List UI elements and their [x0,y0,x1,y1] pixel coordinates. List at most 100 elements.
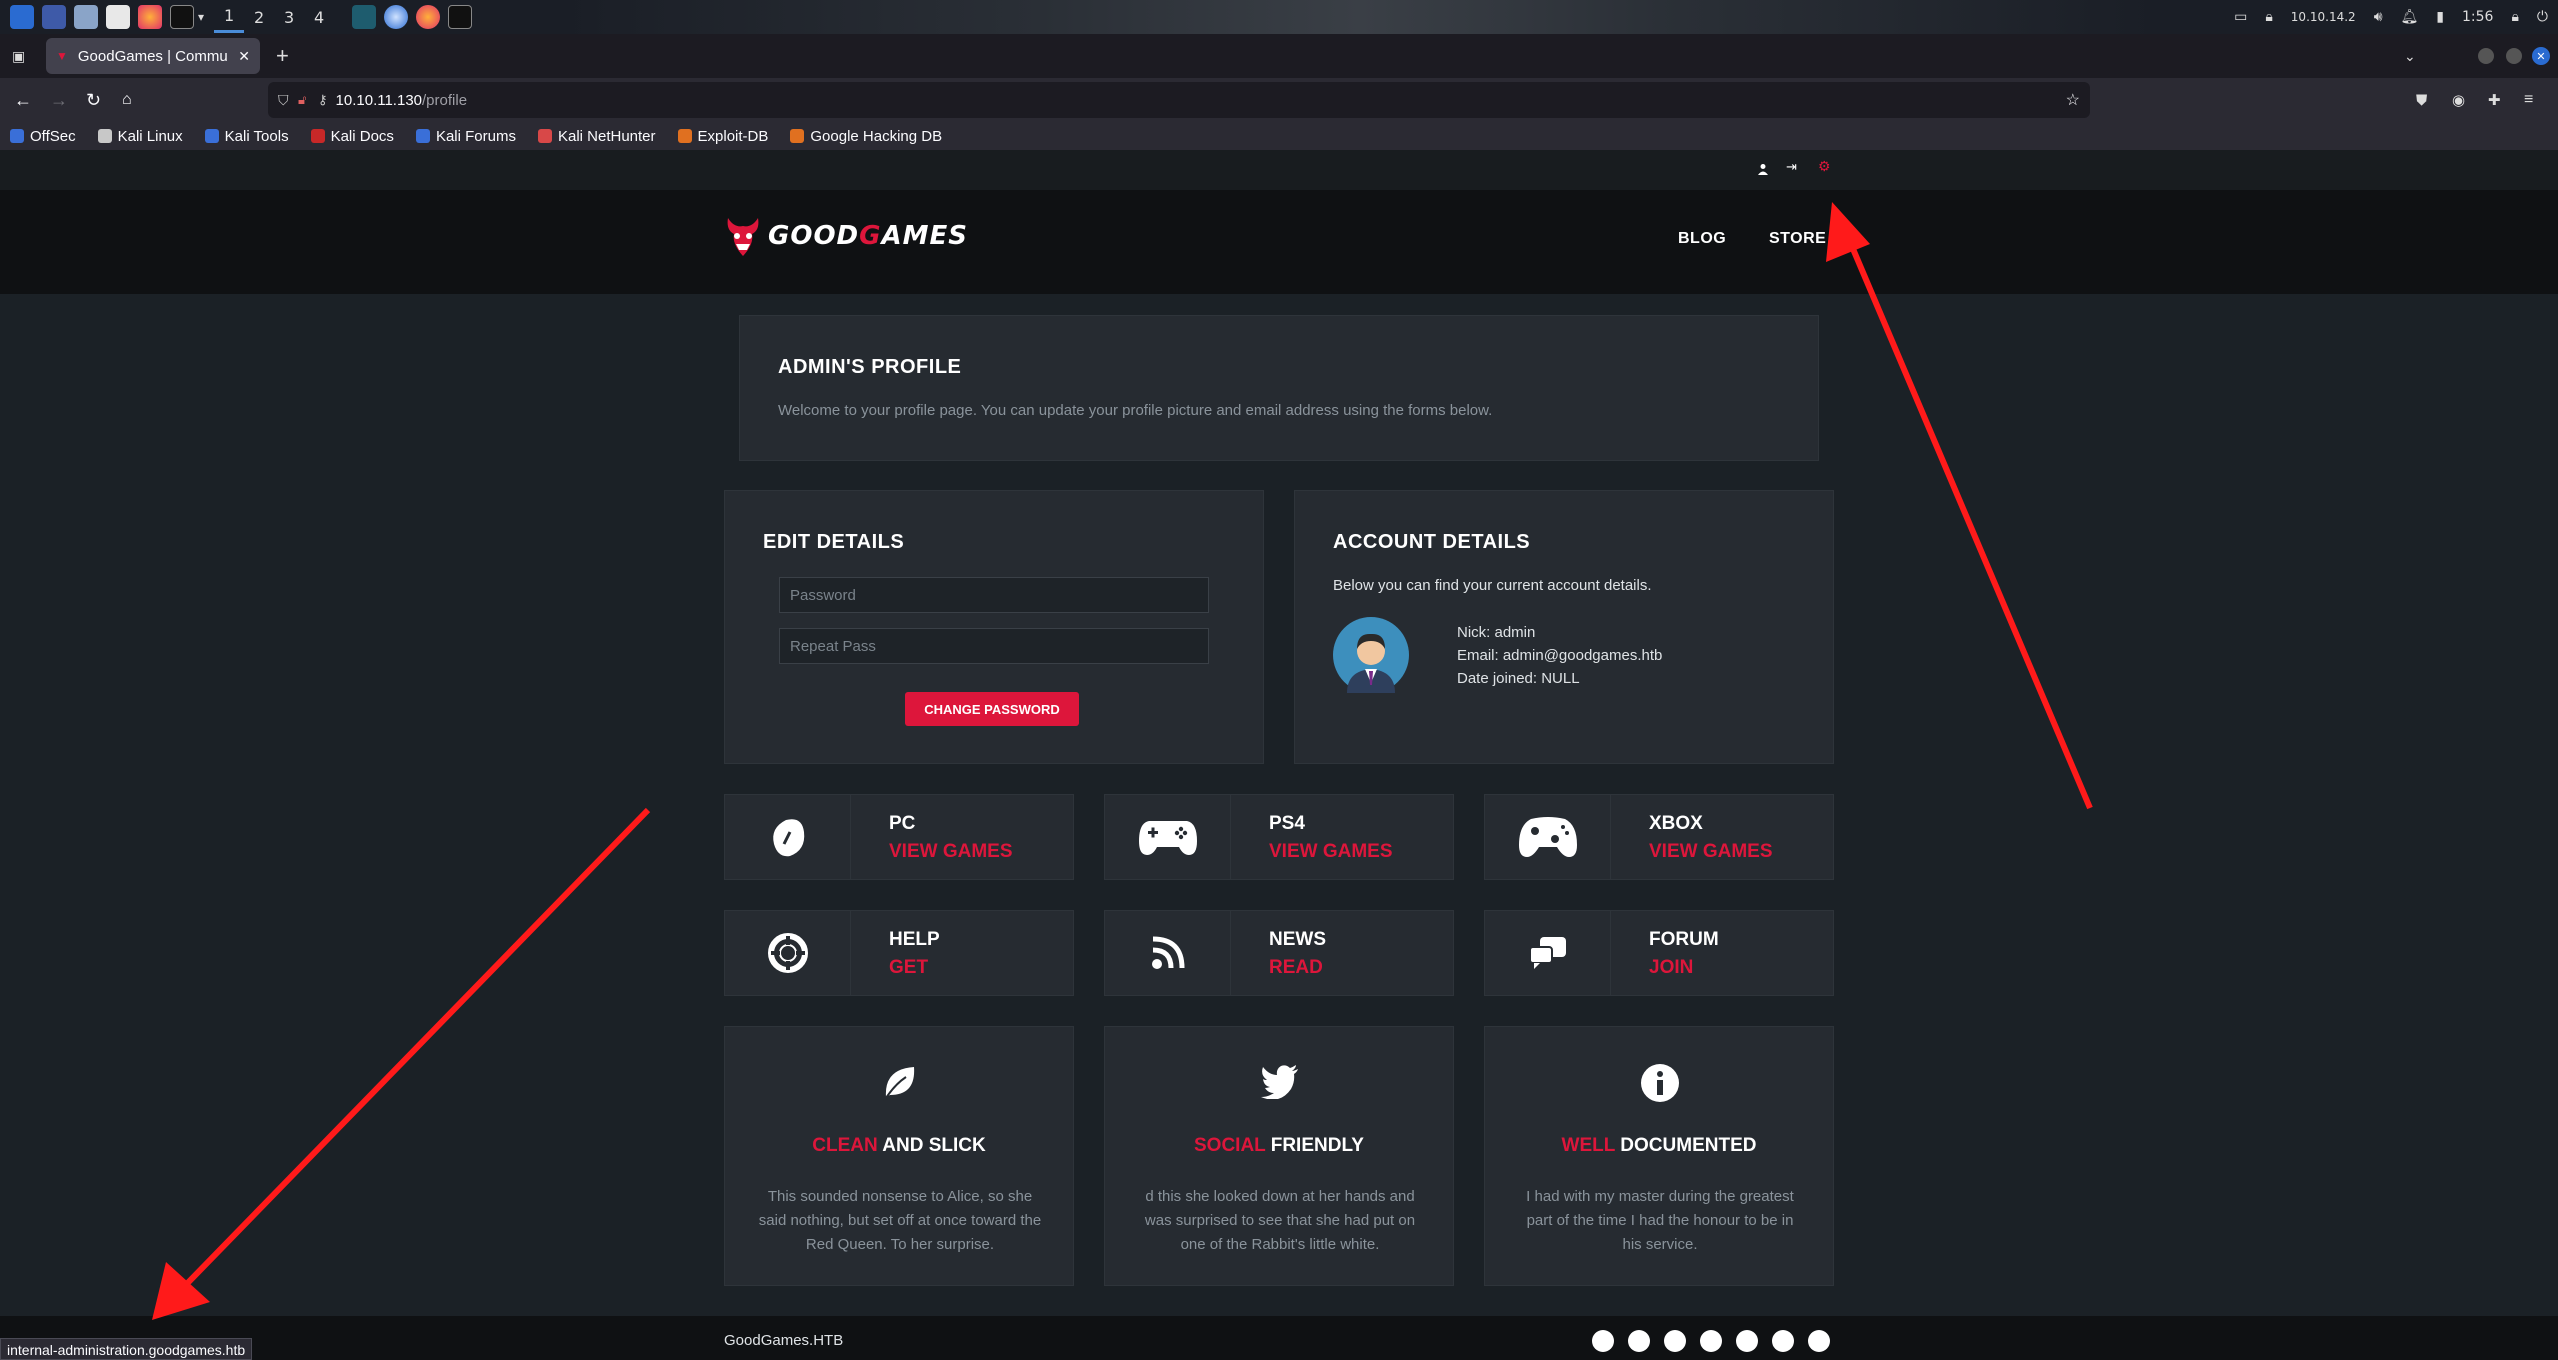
chromium-icon[interactable] [384,5,409,29]
gamepad-icon [1138,821,1197,855]
profile-header-panel: ADMIN'S PROFILE Welcome to your profile … [739,315,1819,461]
bookmark-kali-forums[interactable]: Kali Forums [415,128,516,145]
steam-social-icon[interactable] [1664,1330,1686,1352]
burp-icon[interactable] [352,5,377,29]
back-arrow-icon[interactable]: ← [14,90,32,111]
lock-screen-icon[interactable]: 🔒︎ [2511,9,2518,25]
bookmark-label: Google Hacking DB [810,127,943,145]
shield-icon[interactable]: ⛉ [278,92,289,109]
settings-gear-icon[interactable]: ⚙ [1818,158,1831,175]
kali-docs-icon [310,129,325,143]
card-link[interactable]: GET [889,957,928,979]
goodgames-logo[interactable]: GOODGAMES [724,214,968,258]
pocket-icon[interactable]: ⛊ [2416,92,2427,109]
firefox-view-icon[interactable]: ▣ [12,48,25,65]
extensions-icon[interactable]: ✚ [2488,91,2501,109]
bookmark-kali-nethunter[interactable]: Kali NetHunter [537,128,656,145]
repeat-password-input[interactable] [779,628,1209,664]
url-bar[interactable]: ⛉ 🔓︎ ⚷ 10.10.11.130/profile ☆ [268,82,2090,118]
file-manager-icon[interactable] [74,5,98,29]
twitch-social-icon[interactable] [1628,1330,1650,1352]
workspace-1[interactable]: 1 [214,1,245,33]
facebook-social-icon[interactable] [1700,1330,1722,1352]
notification-bell-icon[interactable]: 🔔︎ [2401,9,2419,25]
workspace-4[interactable]: 4 [304,8,334,27]
terminal-running-icon[interactable] [448,5,473,29]
terminal-dropdown-icon[interactable]: ▾ [198,10,204,24]
card-forum[interactable]: FORUM JOIN [1484,910,1834,996]
desktop-icon[interactable] [42,5,66,29]
reload-icon[interactable]: ↻ [86,90,101,111]
card-link[interactable]: VIEW GAMES [889,841,1013,863]
rss-icon [1151,936,1184,969]
firefox-icon[interactable] [138,5,162,29]
terminal-icon[interactable] [170,5,194,29]
display-icon[interactable]: ▭ [2234,9,2247,25]
workspace-2[interactable]: 2 [244,8,274,27]
card-help[interactable]: HELP GET [724,910,1074,996]
nav-store[interactable]: STORE [1769,230,1826,248]
feature-description: I had with my master during the greatest… [1526,1188,1794,1253]
google-plus-social-icon[interactable] [1736,1330,1758,1352]
card-link[interactable]: JOIN [1649,957,1693,979]
minimize-window-icon[interactable] [2478,48,2494,64]
new-tab-button[interactable]: + [276,43,289,69]
card-link[interactable]: VIEW GAMES [1649,841,1773,863]
close-tab-icon[interactable]: ✕ [238,48,250,65]
key-icon[interactable]: ⚷ [318,92,328,108]
twitter-social-icon[interactable] [1772,1330,1794,1352]
edit-details-panel: EDIT DETAILS CHANGE PASSWORD [724,490,1264,764]
card-link[interactable]: VIEW GAMES [1269,841,1393,863]
bookmark-google-hacking-db[interactable]: Google Hacking DB [790,128,942,145]
kali-tools-icon [204,129,219,143]
menu-icon[interactable]: ≡ [2524,91,2533,109]
profile-welcome-text: Welcome to your profile page. You can up… [778,402,1493,419]
rss-social-icon[interactable] [1592,1330,1614,1352]
bookmark-label: OffSec [30,127,76,145]
url-host: 10.10.11.130 [335,91,423,109]
forward-arrow-icon[interactable]: → [50,90,68,111]
vpn-lock-icon[interactable]: 🔒︎ [2265,9,2272,25]
kali-menu-icon[interactable] [10,5,34,29]
bookmark-kali-linux[interactable]: Kali Linux [97,128,183,145]
feature-title-rest: FRIENDLY [1265,1135,1364,1156]
logout-icon[interactable]: ⇥ [1786,159,1797,175]
card-icon-box [1105,911,1231,995]
account-icon[interactable]: ◉ [2452,91,2465,109]
password-input[interactable] [779,577,1209,613]
maximize-window-icon[interactable] [2506,48,2522,64]
nethunter-icon [537,129,552,143]
account-info: Nick: admin Email: admin@goodgames.htb D… [1457,621,1662,690]
bookmark-kali-tools[interactable]: Kali Tools [204,128,289,145]
nav-blog[interactable]: BLOG [1678,230,1726,248]
card-pc[interactable]: PC VIEW GAMES [724,794,1074,880]
feature-title: CLEAN AND SLICK [725,1135,1073,1157]
power-icon[interactable]: ⏻ [2537,9,2548,25]
bookmark-label: Exploit-DB [697,127,769,145]
feature-social-friendly: SOCIAL FRIENDLY d this she looked down a… [1104,1026,1454,1286]
volume-icon[interactable]: 🔊︎ [2374,9,2383,25]
feature-description: d this she looked down at her hands and … [1144,1188,1416,1253]
insecure-lock-icon[interactable]: 🔓︎ [298,92,306,108]
card-ps4[interactable]: PS4 VIEW GAMES [1104,794,1454,880]
tab-goodgames[interactable]: ▼ GoodGames | Community ✕ [46,38,260,74]
change-password-button[interactable]: CHANGE PASSWORD [905,692,1079,726]
card-link[interactable]: READ [1269,957,1323,979]
user-profile-icon[interactable] [1756,162,1770,176]
pinterest-social-icon[interactable] [1808,1330,1830,1352]
card-news[interactable]: NEWS READ [1104,910,1454,996]
home-icon[interactable]: ⌂ [122,91,132,109]
workspace-3[interactable]: 3 [274,8,304,27]
close-window-icon[interactable]: ✕ [2532,47,2550,65]
bookmark-kali-docs[interactable]: Kali Docs [310,128,394,145]
battery-icon[interactable]: ▮ [2436,9,2444,25]
clock: 1:56 [2462,9,2494,25]
account-details-title: ACCOUNT DETAILS [1333,531,1531,553]
bookmark-offsec[interactable]: OffSec [10,128,76,145]
bookmark-star-icon[interactable]: ☆ [2066,90,2080,110]
bookmark-exploit-db[interactable]: Exploit-DB [677,127,769,145]
list-all-tabs-icon[interactable]: ⌄ [2404,48,2416,65]
firefox-running-icon[interactable] [416,5,441,29]
text-editor-icon[interactable] [106,5,130,29]
card-xbox[interactable]: XBOX VIEW GAMES [1484,794,1834,880]
